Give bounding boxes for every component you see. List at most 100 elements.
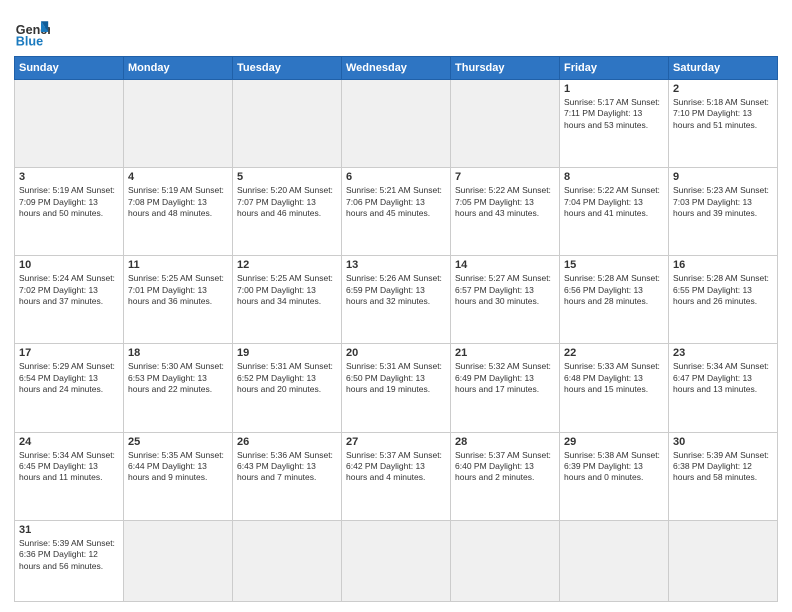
day-info: Sunrise: 5:22 AM Sunset: 7:05 PM Dayligh…: [455, 185, 555, 219]
calendar-cell: 25 Sunrise: 5:35 AM Sunset: 6:44 PM Dayli…: [124, 432, 233, 520]
generalblue-icon: General Blue: [14, 14, 50, 50]
day-info: Sunrise: 5:34 AM Sunset: 6:47 PM Dayligh…: [673, 361, 773, 395]
day-number: 24: [19, 436, 119, 448]
calendar-cell: 18 Sunrise: 5:30 AM Sunset: 6:53 PM Dayli…: [124, 344, 233, 432]
day-info: Sunrise: 5:19 AM Sunset: 7:09 PM Dayligh…: [19, 185, 119, 219]
day-info: Sunrise: 5:39 AM Sunset: 6:38 PM Dayligh…: [673, 450, 773, 484]
weekday-header: Friday: [560, 57, 669, 80]
weekday-header: Thursday: [451, 57, 560, 80]
calendar-cell: [342, 520, 451, 601]
day-info: Sunrise: 5:33 AM Sunset: 6:48 PM Dayligh…: [564, 361, 664, 395]
day-info: Sunrise: 5:29 AM Sunset: 6:54 PM Dayligh…: [19, 361, 119, 395]
calendar-cell: 15Sunrise: 5:28 AM Sunset: 6:56 PM Dayli…: [560, 256, 669, 344]
calendar-cell: [15, 80, 124, 168]
day-number: 30: [673, 436, 773, 448]
day-info: Sunrise: 5:26 AM Sunset: 6:59 PM Dayligh…: [346, 273, 446, 307]
day-info: Sunrise: 5:24 AM Sunset: 7:02 PM Dayligh…: [19, 273, 119, 307]
day-info: Sunrise: 5:37 AM Sunset: 6:42 PM Dayligh…: [346, 450, 446, 484]
calendar-cell: 24Sunrise: 5:34 AM Sunset: 6:45 PM Dayli…: [15, 432, 124, 520]
day-info: Sunrise: 5:28 AM Sunset: 6:55 PM Dayligh…: [673, 273, 773, 307]
day-info: Sunrise: 5:31 AM Sunset: 6:50 PM Dayligh…: [346, 361, 446, 395]
calendar-cell: [233, 80, 342, 168]
day-info: Sunrise: 5:39 AM Sunset: 6:36 PM Dayligh…: [19, 538, 119, 572]
day-info: Sunrise: 5:25 AM Sunset: 7:01 PM Dayligh…: [128, 273, 228, 307]
header: General Blue: [14, 10, 778, 50]
calendar-cell: 13Sunrise: 5:26 AM Sunset: 6:59 PM Dayli…: [342, 256, 451, 344]
calendar-cell: 17 Sunrise: 5:29 AM Sunset: 6:54 PM Dayli…: [15, 344, 124, 432]
calendar-cell: 16 Sunrise: 5:28 AM Sunset: 6:55 PM Dayli…: [669, 256, 778, 344]
calendar-cell: 27 Sunrise: 5:37 AM Sunset: 6:42 PM Dayli…: [342, 432, 451, 520]
day-number: 8: [564, 171, 664, 183]
day-info: Sunrise: 5:36 AM Sunset: 6:43 PM Dayligh…: [237, 450, 337, 484]
day-number: 3: [19, 171, 119, 183]
calendar-cell: [451, 80, 560, 168]
calendar-cell: 29 Sunrise: 5:38 AM Sunset: 6:39 PM Dayli…: [560, 432, 669, 520]
day-info: Sunrise: 5:19 AM Sunset: 7:08 PM Dayligh…: [128, 185, 228, 219]
day-number: 29: [564, 436, 664, 448]
weekday-header: Tuesday: [233, 57, 342, 80]
day-number: 10: [19, 259, 119, 271]
calendar-cell: 11 Sunrise: 5:25 AM Sunset: 7:01 PM Dayli…: [124, 256, 233, 344]
day-number: 27: [346, 436, 446, 448]
day-info: Sunrise: 5:23 AM Sunset: 7:03 PM Dayligh…: [673, 185, 773, 219]
day-info: Sunrise: 5:31 AM Sunset: 6:52 PM Dayligh…: [237, 361, 337, 395]
calendar-table: SundayMondayTuesdayWednesdayThursdayFrid…: [14, 56, 778, 602]
day-number: 16: [673, 259, 773, 271]
day-number: 5: [237, 171, 337, 183]
calendar-cell: 9 Sunrise: 5:23 AM Sunset: 7:03 PM Daylig…: [669, 168, 778, 256]
day-info: Sunrise: 5:30 AM Sunset: 6:53 PM Dayligh…: [128, 361, 228, 395]
logo: General Blue: [14, 14, 50, 50]
day-number: 26: [237, 436, 337, 448]
calendar-cell: 31 Sunrise: 5:39 AM Sunset: 6:36 PM Dayli…: [15, 520, 124, 601]
day-info: Sunrise: 5:18 AM Sunset: 7:10 PM Dayligh…: [673, 97, 773, 131]
day-number: 12: [237, 259, 337, 271]
calendar-cell: 30 Sunrise: 5:39 AM Sunset: 6:38 PM Dayli…: [669, 432, 778, 520]
calendar-cell: [233, 520, 342, 601]
weekday-header: Saturday: [669, 57, 778, 80]
calendar-cell: 21 Sunrise: 5:32 AM Sunset: 6:49 PM Dayli…: [451, 344, 560, 432]
day-number: 20: [346, 347, 446, 359]
day-number: 21: [455, 347, 555, 359]
day-info: Sunrise: 5:25 AM Sunset: 7:00 PM Dayligh…: [237, 273, 337, 307]
day-number: 9: [673, 171, 773, 183]
calendar-cell: 6Sunrise: 5:21 AM Sunset: 7:06 PM Daylig…: [342, 168, 451, 256]
calendar-cell: 20 Sunrise: 5:31 AM Sunset: 6:50 PM Dayli…: [342, 344, 451, 432]
calendar-cell: [451, 520, 560, 601]
calendar-cell: 19 Sunrise: 5:31 AM Sunset: 6:52 PM Dayli…: [233, 344, 342, 432]
day-number: 14: [455, 259, 555, 271]
calendar-cell: 23Sunrise: 5:34 AM Sunset: 6:47 PM Dayli…: [669, 344, 778, 432]
day-info: Sunrise: 5:27 AM Sunset: 6:57 PM Dayligh…: [455, 273, 555, 307]
weekday-header: Monday: [124, 57, 233, 80]
calendar-cell: [124, 520, 233, 601]
day-number: 17: [19, 347, 119, 359]
day-number: 11: [128, 259, 228, 271]
day-info: Sunrise: 5:35 AM Sunset: 6:44 PM Dayligh…: [128, 450, 228, 484]
calendar-cell: [124, 80, 233, 168]
day-number: 7: [455, 171, 555, 183]
day-info: Sunrise: 5:17 AM Sunset: 7:11 PM Dayligh…: [564, 97, 664, 131]
day-number: 2: [673, 83, 773, 95]
calendar-cell: 3 Sunrise: 5:19 AM Sunset: 7:09 PM Daylig…: [15, 168, 124, 256]
calendar-cell: [560, 520, 669, 601]
calendar-cell: [669, 520, 778, 601]
day-number: 4: [128, 171, 228, 183]
calendar-cell: 8Sunrise: 5:22 AM Sunset: 7:04 PM Daylig…: [560, 168, 669, 256]
svg-text:Blue: Blue: [16, 35, 43, 49]
day-number: 31: [19, 524, 119, 536]
day-number: 25: [128, 436, 228, 448]
calendar-cell: 12 Sunrise: 5:25 AM Sunset: 7:00 PM Dayli…: [233, 256, 342, 344]
calendar-cell: [342, 80, 451, 168]
day-info: Sunrise: 5:32 AM Sunset: 6:49 PM Dayligh…: [455, 361, 555, 395]
day-number: 18: [128, 347, 228, 359]
day-number: 19: [237, 347, 337, 359]
calendar-cell: 28 Sunrise: 5:37 AM Sunset: 6:40 PM Dayli…: [451, 432, 560, 520]
day-info: Sunrise: 5:20 AM Sunset: 7:07 PM Dayligh…: [237, 185, 337, 219]
calendar-cell: 5 Sunrise: 5:20 AM Sunset: 7:07 PM Daylig…: [233, 168, 342, 256]
day-info: Sunrise: 5:37 AM Sunset: 6:40 PM Dayligh…: [455, 450, 555, 484]
day-number: 28: [455, 436, 555, 448]
day-info: Sunrise: 5:28 AM Sunset: 6:56 PM Dayligh…: [564, 273, 664, 307]
calendar-cell: 10 Sunrise: 5:24 AM Sunset: 7:02 PM Dayli…: [15, 256, 124, 344]
day-info: Sunrise: 5:38 AM Sunset: 6:39 PM Dayligh…: [564, 450, 664, 484]
calendar-cell: 4 Sunrise: 5:19 AM Sunset: 7:08 PM Daylig…: [124, 168, 233, 256]
day-number: 22: [564, 347, 664, 359]
